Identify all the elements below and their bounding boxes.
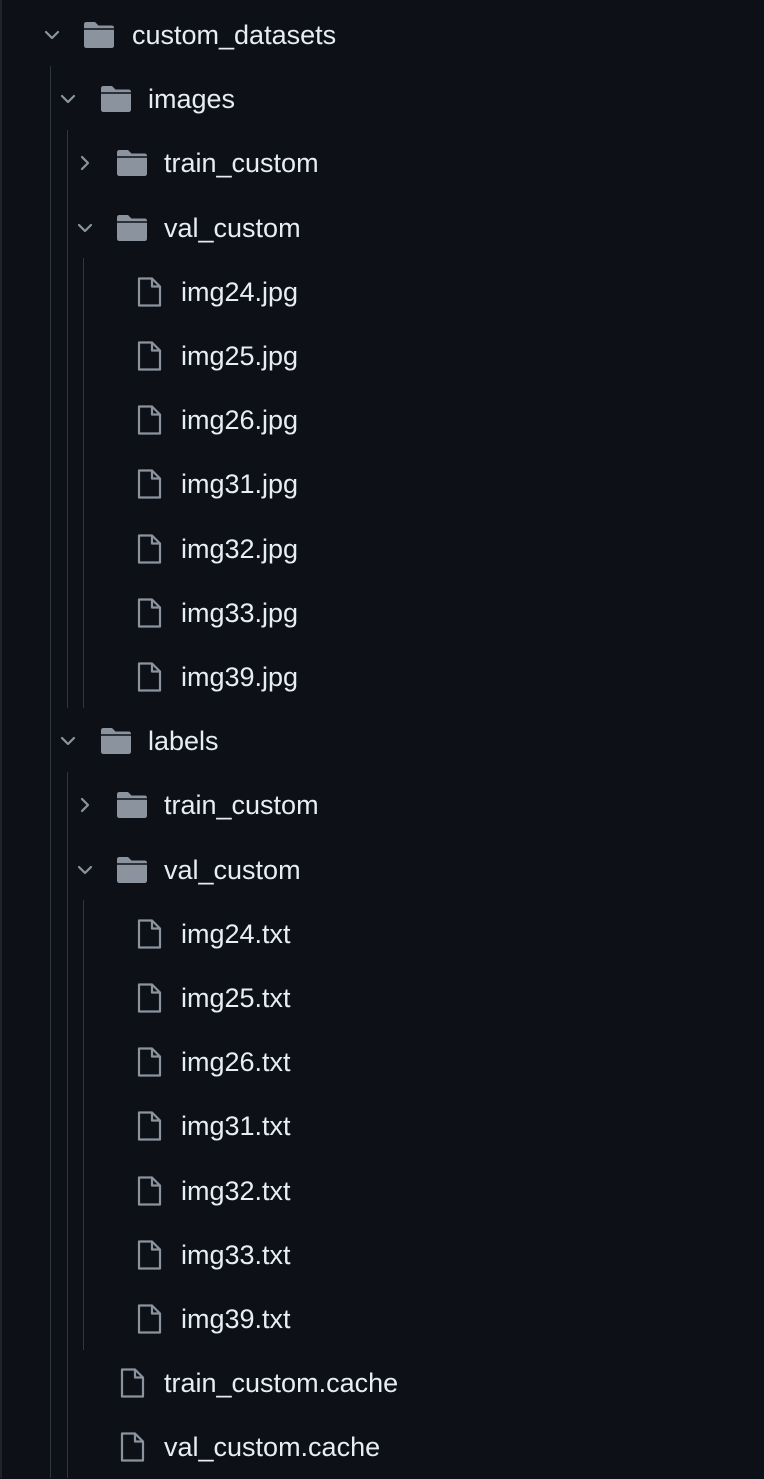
folder-icon	[115, 146, 149, 180]
file-label: img33.jpg	[181, 598, 299, 628]
folder-icon	[99, 82, 133, 116]
file-icon	[132, 660, 166, 694]
file-label: img24.txt	[181, 919, 291, 949]
file-item-img31-txt[interactable]: img31.txt	[2, 1094, 764, 1158]
file-item-img26-jpg[interactable]: img26.jpg	[2, 388, 764, 452]
folder-icon	[99, 724, 133, 758]
chevron-down-icon[interactable]	[42, 25, 62, 45]
file-label: img32.jpg	[181, 534, 299, 564]
chevron-down-icon[interactable]	[75, 860, 95, 880]
file-item-train-custom-cache[interactable]: train_custom.cache	[2, 1351, 764, 1415]
folder-item-images[interactable]: images	[2, 67, 764, 131]
file-item-img39-txt[interactable]: img39.txt	[2, 1287, 764, 1351]
folder-item-train-custom[interactable]: train_custom	[2, 773, 764, 837]
file-item-img24-jpg[interactable]: img24.jpg	[2, 260, 764, 324]
file-icon	[132, 403, 166, 437]
folder-label: custom_datasets	[132, 20, 337, 50]
folder-item-val-custom[interactable]: val_custom	[2, 838, 764, 902]
file-icon	[132, 275, 166, 309]
file-icon	[115, 1366, 149, 1400]
folder-item-custom-datasets[interactable]: custom_datasets	[2, 3, 764, 67]
file-label: img26.txt	[181, 1047, 291, 1077]
file-item-val-custom-cache[interactable]: val_custom.cache	[2, 1415, 764, 1479]
folder-icon	[115, 853, 149, 887]
file-label: img25.txt	[181, 983, 291, 1013]
file-label: train_custom.cache	[164, 1368, 399, 1398]
file-icon	[132, 532, 166, 566]
file-item-img25-txt[interactable]: img25.txt	[2, 966, 764, 1030]
file-icon	[132, 981, 166, 1015]
file-icon	[132, 1174, 166, 1208]
file-icon	[132, 467, 166, 501]
file-icon	[132, 1238, 166, 1272]
folder-label: train_custom	[164, 790, 319, 820]
folder-label: train_custom	[164, 148, 319, 178]
file-label: img31.txt	[181, 1111, 291, 1141]
chevron-down-icon[interactable]	[58, 89, 78, 109]
file-icon	[132, 339, 166, 373]
file-item-img33-txt[interactable]: img33.txt	[2, 1223, 764, 1287]
file-icon	[115, 1430, 149, 1464]
folder-item-labels[interactable]: labels	[2, 709, 764, 773]
file-label: img39.jpg	[181, 662, 299, 692]
file-item-img31-jpg[interactable]: img31.jpg	[2, 452, 764, 516]
file-item-img25-jpg[interactable]: img25.jpg	[2, 324, 764, 388]
file-explorer-tree: custom_datasetsimages train_custom val_cus…	[0, 0, 764, 1478]
file-item-img33-jpg[interactable]: img33.jpg	[2, 581, 764, 645]
chevron-down-icon[interactable]	[75, 218, 95, 238]
file-item-img32-jpg[interactable]: img32.jpg	[2, 517, 764, 581]
folder-label: val_custom	[164, 855, 301, 885]
file-icon	[132, 1109, 166, 1143]
file-label: img31.jpg	[181, 469, 299, 499]
file-item-img32-txt[interactable]: img32.txt	[2, 1159, 764, 1223]
chevron-right-icon[interactable]	[75, 795, 95, 815]
chevron-right-icon[interactable]	[75, 153, 95, 173]
file-icon	[132, 1302, 166, 1336]
folder-item-train-custom[interactable]: train_custom	[2, 131, 764, 195]
file-label: img39.txt	[181, 1304, 291, 1334]
folder-icon	[115, 211, 149, 245]
file-icon	[132, 917, 166, 951]
folder-icon	[115, 788, 149, 822]
file-icon	[132, 596, 166, 630]
file-label: img24.jpg	[181, 277, 299, 307]
file-label: val_custom.cache	[164, 1432, 381, 1462]
chevron-down-icon[interactable]	[58, 731, 78, 751]
folder-item-val-custom[interactable]: val_custom	[2, 196, 764, 260]
file-item-img26-txt[interactable]: img26.txt	[2, 1030, 764, 1094]
file-label: img33.txt	[181, 1240, 291, 1270]
file-label: img32.txt	[181, 1176, 291, 1206]
file-icon	[132, 1045, 166, 1079]
file-label: img26.jpg	[181, 405, 299, 435]
folder-icon	[82, 18, 116, 52]
folder-label: val_custom	[164, 213, 301, 243]
folder-label: images	[148, 84, 236, 114]
file-item-img24-txt[interactable]: img24.txt	[2, 902, 764, 966]
folder-label: labels	[148, 726, 219, 756]
file-item-img39-jpg[interactable]: img39.jpg	[2, 645, 764, 709]
file-label: img25.jpg	[181, 341, 299, 371]
